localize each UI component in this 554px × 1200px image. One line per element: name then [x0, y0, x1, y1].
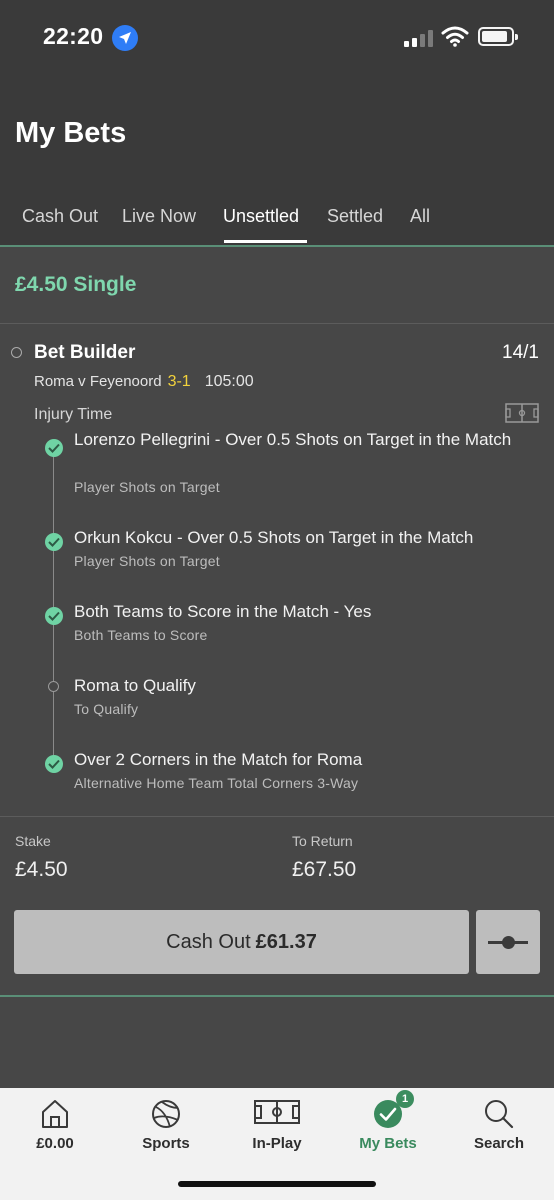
divider [0, 816, 554, 817]
home-icon [42, 1100, 68, 1128]
match-period: Injury Time [34, 406, 113, 423]
leg-market: Alternative Home Team Total Corners 3-Wa… [74, 775, 359, 791]
tabbar-item-search[interactable]: Search [444, 1088, 554, 1168]
match-name: Roma v Feyenoord [34, 373, 162, 390]
tab-unsettled[interactable]: Unsettled [223, 206, 299, 227]
tabbar-item-in-play[interactable]: In-Play [222, 1088, 332, 1168]
tabbar-label: My Bets [359, 1135, 417, 1152]
status-bar: 22:20 [0, 0, 554, 74]
check-icon [45, 533, 63, 551]
search-icon [485, 1100, 514, 1129]
leg-title: Over 2 Corners in the Match for Roma [74, 750, 363, 769]
tab-settled[interactable]: Settled [327, 206, 383, 227]
tab-all[interactable]: All [410, 206, 430, 227]
home-indicator[interactable] [178, 1181, 376, 1187]
tabbar-label: Sports [142, 1135, 190, 1152]
section-divider [0, 995, 554, 997]
divider [0, 323, 554, 324]
partial-cash-out-slider-button[interactable] [476, 910, 540, 974]
stake-value: £4.50 [15, 858, 68, 881]
tabbar-item-sports[interactable]: Sports [111, 1088, 221, 1168]
tabbar-label: In-Play [252, 1135, 302, 1152]
match-info[interactable]: Roma v Feyenoord 3-1 105:00 [34, 373, 254, 391]
leg-title: Lorenzo Pellegrini - Over 0.5 Shots on T… [74, 430, 512, 449]
tabs-divider [0, 245, 554, 247]
battery-icon [478, 27, 518, 46]
leg-market: Player Shots on Target [74, 553, 220, 569]
leg-title: Both Teams to Score in the Match - Yes [74, 602, 372, 621]
tabbar-item-balance[interactable]: £0.00 [0, 1088, 110, 1168]
open-circle-icon [11, 347, 22, 358]
football-icon [152, 1100, 180, 1128]
legs-timeline [53, 448, 54, 764]
check-icon [45, 755, 63, 773]
status-time: 22:20 [43, 23, 104, 49]
check-icon [45, 607, 63, 625]
tabbar-label: £0.00 [36, 1135, 74, 1152]
slider-knob-icon [502, 936, 515, 949]
cash-out-label: Cash Out [166, 931, 251, 953]
wifi-icon [441, 26, 469, 47]
page-title: My Bets [15, 117, 127, 149]
cash-out-button[interactable]: Cash Out £61.37 [14, 910, 469, 974]
check-icon [45, 439, 63, 457]
cellular-signal-icon [404, 27, 434, 47]
tabbar-label: Search [473, 1135, 525, 1152]
stake-label: Stake [15, 833, 51, 849]
tab-live-now[interactable]: Live Now [122, 206, 196, 227]
leg-market: To Qualify [74, 701, 139, 717]
pitch-icon [254, 1100, 300, 1124]
bet-odds: 14/1 [502, 342, 539, 363]
match-clock: 105:00 [204, 373, 254, 390]
header: 22:20 My Bets Cash Out Live Now Unsettle… [0, 0, 554, 246]
tab-cash-out[interactable]: Cash Out [22, 206, 98, 227]
pitch-icon[interactable] [505, 403, 539, 423]
location-arrow-icon [112, 25, 138, 51]
return-label: To Return [292, 833, 353, 849]
leg-title: Orkun Kokcu - Over 0.5 Shots on Target i… [74, 528, 474, 547]
cash-out-amount: £61.37 [255, 931, 317, 953]
my-bets-count-badge: 1 [396, 1090, 414, 1108]
open-circle-icon [48, 681, 59, 692]
tabbar-item-my-bets[interactable]: 1 My Bets [333, 1088, 443, 1168]
match-score: 3-1 [167, 373, 191, 390]
return-value: £67.50 [292, 858, 357, 881]
bottom-tab-bar: £0.00 Sports In-Play 1 My Bets Search [0, 1088, 554, 1200]
leg-market: Both Teams to Score [74, 627, 208, 643]
leg-market: Player Shots on Target [74, 479, 220, 495]
bet-type-heading: £4.50 Single [15, 273, 137, 296]
leg-title: Roma to Qualify [74, 676, 196, 695]
active-tab-indicator [224, 240, 307, 243]
bets-tabs: Cash Out Live Now Unsettled Settled All [0, 196, 554, 246]
bet-builder-title: Bet Builder [34, 342, 136, 363]
